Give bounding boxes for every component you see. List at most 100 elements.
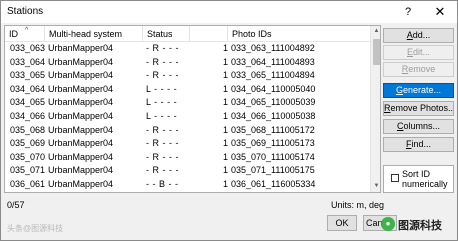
row-photo-ids: 035_071_111005175 xyxy=(231,165,315,176)
row-id: 035_070 xyxy=(10,151,46,162)
row-count: 1 xyxy=(222,97,228,108)
row-status: L - - - - xyxy=(146,83,178,94)
row-status: L - - - - xyxy=(146,110,178,121)
units-label: Units: m, deg xyxy=(331,200,385,210)
stations-dialog: Stations ? ✕ ID ^ Multi-head system Stat… xyxy=(0,0,458,241)
row-status: L - - - - xyxy=(146,97,178,108)
table-row[interactable]: 035_070 UrbanMapper04 - R - - - 1 035_070_11… xyxy=(5,151,370,165)
close-icon[interactable]: ✕ xyxy=(425,1,455,23)
row-status: - R - - - xyxy=(146,43,179,53)
add-button[interactable]: Add... xyxy=(383,28,454,43)
row-id: 033_064 xyxy=(10,56,46,67)
column-header-photo-ids[interactable]: Photo IDs xyxy=(228,26,370,42)
row-status: - R - - - xyxy=(146,70,179,81)
row-multi-head-system: UrbanMapper04 xyxy=(48,56,114,67)
row-multi-head-system: UrbanMapper04 xyxy=(48,192,144,193)
scroll-down-icon[interactable]: ▼ xyxy=(371,181,380,192)
row-multi-head-system: UrbanMapper04 xyxy=(48,110,114,121)
table-row[interactable]: 035_069 UrbanMapper04 - R - - - 1 035_069_11… xyxy=(5,137,370,151)
row-photo-ids: 034_064_110005040 xyxy=(231,83,316,94)
row-count: 1 xyxy=(222,110,228,121)
row-count: 1 xyxy=(222,43,228,53)
columns-button[interactable]: Columns... xyxy=(383,119,454,134)
row-count: 1 xyxy=(222,178,228,189)
table-row[interactable]: 033_064 UrbanMapper04 - R - - - 1 033_064_11… xyxy=(5,56,370,70)
row-status: - R - - - xyxy=(146,124,179,135)
row-count: 1 xyxy=(222,56,228,67)
row-multi-head-system: UrbanMapper04 xyxy=(48,43,114,53)
row-photo-ids: 035_070_111005174 xyxy=(231,151,315,162)
row-multi-head-system: UrbanMapper04 xyxy=(48,97,114,108)
row-id: 036_061 xyxy=(10,178,46,189)
row-id: 035_069 xyxy=(10,138,46,149)
row-photo-ids: 035_068_111005172 xyxy=(231,124,315,135)
scrollbar-thumb[interactable] xyxy=(373,39,380,65)
table-row[interactable]: 034_064 UrbanMapper04 L - - - - 1 034_064_11… xyxy=(5,83,370,97)
row-photo-ids: 036_061_116005334 xyxy=(231,178,316,189)
table-row[interactable]: 035_071 UrbanMapper04 - R - - - 1 035_071_11… xyxy=(5,164,370,178)
dialog-title: Stations xyxy=(7,6,44,17)
row-id: 033_063 xyxy=(10,43,46,53)
row-photo-ids: 036_062_116005333 xyxy=(231,192,371,193)
find-button[interactable]: Find... xyxy=(383,137,454,152)
column-header-count[interactable] xyxy=(190,26,228,42)
row-id: 034_065 xyxy=(10,97,46,108)
sort-id-numerically-label: Sort ID numerically xyxy=(402,169,448,189)
row-status: - R - - - xyxy=(146,165,179,176)
table-row[interactable]: 033_065 UrbanMapper04 - R - - - 1 033_065_11… xyxy=(5,69,370,83)
row-count: 1 xyxy=(222,70,228,81)
row-count: 1 xyxy=(222,138,228,149)
table-row[interactable]: 034_066 UrbanMapper04 L - - - - 1 034_066_11… xyxy=(5,110,370,124)
sort-ascending-icon: ^ xyxy=(25,27,29,34)
table-row[interactable]: 036_062UrbanMapper04- - B - -1036_062_11… xyxy=(5,192,370,193)
row-photo-ids: 034_065_110005039 xyxy=(231,97,316,108)
table-row[interactable]: 035_068 UrbanMapper04 - R - - - 1 035_068_11… xyxy=(5,124,370,138)
row-count: 1 xyxy=(222,151,228,162)
vertical-scrollbar[interactable]: ▲ ▼ xyxy=(370,26,380,192)
row-id: 034_066 xyxy=(10,110,46,121)
title-bar: Stations ? ✕ xyxy=(1,1,457,23)
sort-option-box: Sort ID numerically xyxy=(383,165,454,193)
row-id: 035_071 xyxy=(10,165,46,176)
watermark-right: ● 图源科技 xyxy=(381,215,457,233)
row-status: - R - - - xyxy=(146,56,179,67)
list-rows: 033_063 UrbanMapper04- R - - -1 033_063_11… xyxy=(5,42,370,193)
row-photo-ids: 034_066_110005038 xyxy=(231,110,316,121)
selection-count: 0/57 xyxy=(7,200,25,210)
help-button[interactable]: ? xyxy=(393,1,423,23)
list-header: ID ^ Multi-head system Status Photo IDs xyxy=(5,26,370,42)
row-photo-ids: 033_063_111004892 xyxy=(231,43,315,53)
row-multi-head-system: UrbanMapper04 xyxy=(48,165,114,176)
table-row[interactable]: 036_061 UrbanMapper04- - B - -1 036_061_11… xyxy=(5,178,370,192)
watermark-left: 头条@图源科技 xyxy=(7,224,64,233)
row-id: 033_065 xyxy=(10,70,46,81)
row-photo-ids: 033_064_111004893 xyxy=(231,56,315,67)
row-multi-head-system: UrbanMapper04 xyxy=(48,138,114,149)
ok-button[interactable]: OK xyxy=(327,215,357,231)
column-header-multi-head-system[interactable]: Multi-head system xyxy=(45,26,143,42)
scroll-up-icon[interactable]: ▲ xyxy=(371,26,380,37)
row-status: - - B - - xyxy=(146,192,192,193)
row-id: 036_062 xyxy=(10,192,48,193)
row-status: - R - - - xyxy=(146,151,179,162)
stations-list[interactable]: ID ^ Multi-head system Status Photo IDs … xyxy=(4,25,381,193)
row-photo-ids: 033_065_111004894 xyxy=(231,70,315,81)
column-header-id[interactable]: ID ^ xyxy=(5,26,45,42)
row-status: - - B - - xyxy=(146,178,179,189)
edit-button[interactable]: Edit... xyxy=(383,45,454,60)
row-status: - R - - - xyxy=(146,138,179,149)
row-photo-ids: 035_069_111005173 xyxy=(231,138,315,149)
sort-id-numerically-checkbox[interactable] xyxy=(391,174,399,182)
row-multi-head-system: UrbanMapper04 xyxy=(48,151,114,162)
row-multi-head-system: UrbanMapper04 xyxy=(48,124,114,135)
remove-button[interactable]: Remove xyxy=(383,62,454,77)
row-multi-head-system: UrbanMapper04 xyxy=(48,83,114,94)
row-count: 1 xyxy=(222,83,228,94)
table-row[interactable]: 033_063 UrbanMapper04 - R - - - 1 033_063_11… xyxy=(5,42,370,56)
remove-photos-button[interactable]: Remove Photos... xyxy=(383,101,454,116)
generate-button[interactable]: Generate... xyxy=(383,83,454,98)
wechat-logo-icon: ● xyxy=(381,217,395,231)
table-row[interactable]: 034_065 UrbanMapper04 L - - - - 1 034_065_11… xyxy=(5,96,370,110)
row-count: 1 xyxy=(192,192,228,193)
column-header-status[interactable]: Status xyxy=(143,26,190,42)
